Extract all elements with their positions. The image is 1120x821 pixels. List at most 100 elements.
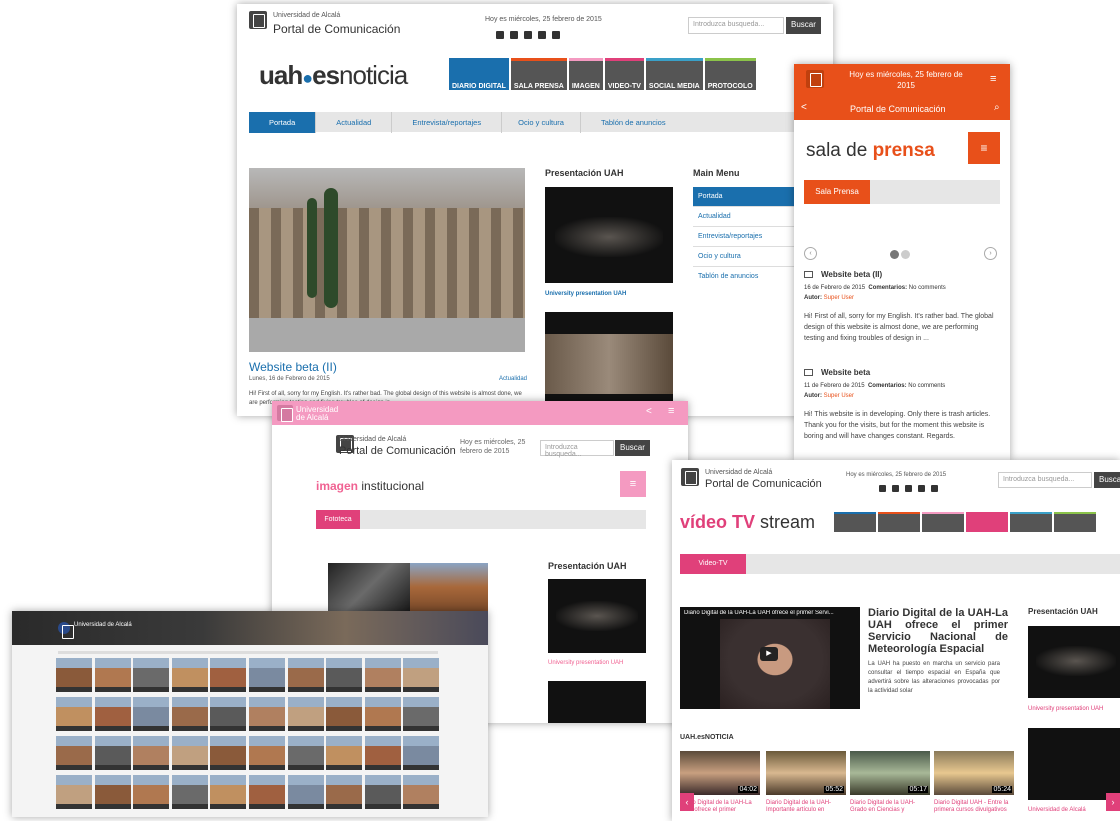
subnav-actualidad[interactable]: Actualidad [316, 112, 393, 133]
gallery-thumb[interactable] [364, 736, 401, 770]
gallery-thumb[interactable] [403, 697, 440, 731]
brand-logo[interactable]: uah●esnoticia [259, 60, 408, 91]
prev-arrow-icon[interactable]: ‹ [804, 247, 817, 260]
gallery-thumb[interactable] [287, 775, 324, 809]
imagen-second-video[interactable] [548, 681, 646, 723]
video-presentation-video[interactable] [1028, 626, 1120, 698]
gallery-thumb[interactable] [56, 736, 92, 770]
gallery-thumb[interactable] [94, 736, 131, 770]
gallery-thumb[interactable] [326, 775, 363, 809]
gallery-thumb[interactable] [403, 775, 440, 809]
presentation-video[interactable] [545, 187, 673, 283]
uah-logo[interactable] [249, 11, 267, 29]
gallery-thumb[interactable] [326, 658, 363, 692]
video-thumb-2-caption[interactable]: Diario Digital de la UAH-Importante artí… [766, 800, 846, 814]
gallery-thumb[interactable] [249, 697, 285, 731]
nav-protocolo[interactable] [1054, 512, 1096, 532]
youtube-icon[interactable] [918, 485, 925, 492]
youtube-icon[interactable] [538, 31, 546, 39]
video-univ-alcala-link[interactable]: Universidad de Alcalá [1028, 807, 1086, 813]
share-icon[interactable]: < [801, 102, 807, 113]
imagen-presentation-video[interactable] [548, 579, 646, 653]
gallery-thumb[interactable] [249, 658, 285, 692]
subnav-portada[interactable]: Portada [249, 112, 317, 133]
uah-crest-icon[interactable] [277, 405, 293, 422]
linkedin-icon[interactable] [552, 31, 560, 39]
imagen-menu-button[interactable]: ≡ [620, 471, 646, 497]
instagram-icon[interactable] [524, 31, 532, 39]
instagram-icon[interactable] [905, 485, 912, 492]
carousel-prev-icon[interactable]: ‹ [680, 793, 694, 811]
nav-video-tv[interactable]: VIDEO-TV [604, 58, 644, 90]
search-icon[interactable]: ⌕ [994, 102, 1000, 113]
gallery-thumb[interactable] [210, 775, 247, 809]
gallery-thumb[interactable] [171, 775, 208, 809]
gallery-thumb[interactable] [133, 697, 170, 731]
subnav-ocio[interactable]: Ocio y cultura [502, 112, 581, 133]
article-category[interactable]: Actualidad [499, 376, 527, 382]
gallery-thumb[interactable] [94, 697, 131, 731]
gallery-thumb[interactable] [56, 775, 92, 809]
imagen-tab[interactable]: Fototeca [316, 510, 360, 529]
carousel-next-icon[interactable]: › [1106, 793, 1120, 811]
post1-title[interactable]: Website beta (II) [821, 270, 882, 279]
gallery-thumb[interactable] [326, 736, 363, 770]
institutional-photo-1[interactable] [328, 563, 410, 611]
video-presentation-link[interactable]: University presentation UAH [1028, 706, 1103, 712]
nav-sala-prensa[interactable]: SALA PRENSA [510, 58, 567, 90]
video-thumb-1[interactable]: 04:02 [680, 751, 760, 795]
gallery-thumb[interactable] [210, 736, 247, 770]
search-button[interactable]: Buscar [786, 17, 821, 34]
search-input[interactable]: Introduzca busqueda... [688, 17, 784, 34]
gallery-thumb[interactable] [287, 658, 324, 692]
gallery-thumb[interactable] [249, 775, 285, 809]
slide-dot-active[interactable] [890, 250, 899, 259]
search-button[interactable]: Buscar [615, 440, 650, 456]
gallery-thumb[interactable] [403, 736, 440, 770]
subnav-tablon[interactable]: Tablón de anuncios [581, 112, 686, 133]
gallery-thumb[interactable] [210, 658, 247, 692]
nav-social-media[interactable]: SOCIAL MEDIA [645, 58, 703, 90]
nav-sala-prensa[interactable] [878, 512, 920, 532]
gallery-thumb[interactable] [133, 658, 170, 692]
search-input[interactable]: Introduzca busqueda... [540, 440, 614, 458]
gallery-thumb[interactable] [210, 697, 247, 731]
nav-imagen[interactable]: IMAGEN [568, 58, 603, 90]
nav-video-tv[interactable] [966, 512, 1008, 532]
gallery-thumb[interactable] [364, 775, 401, 809]
prensa-tab[interactable]: Sala Prensa [804, 180, 870, 204]
gallery-thumb[interactable] [287, 697, 324, 731]
gallery-thumb[interactable] [133, 736, 170, 770]
gallery-thumb[interactable] [171, 697, 208, 731]
featured-headline[interactable]: Diario Digital de la UAH-La UAH ofrece e… [868, 607, 1008, 655]
nav-protocolo[interactable]: PROTOCOLO [704, 58, 756, 90]
gallery-thumb[interactable] [94, 658, 131, 692]
video-thumb-2[interactable]: 05:52 [766, 751, 846, 795]
gallery-thumb[interactable] [287, 736, 324, 770]
presentation-link[interactable]: University presentation UAH [545, 291, 626, 297]
twitter-icon[interactable] [892, 485, 899, 492]
search-button[interactable]: Buscar [1094, 472, 1120, 488]
video-thumb-3[interactable]: 05:17 [850, 751, 930, 795]
video-tab[interactable]: Video-TV [680, 554, 746, 574]
gallery-thumb[interactable] [326, 697, 363, 731]
video-thumb-4-caption[interactable]: Diario Digital UAH - Entre la primera cu… [934, 800, 1014, 814]
twitter-icon[interactable] [510, 31, 518, 39]
gallery-thumb[interactable] [403, 658, 440, 692]
video-second-video[interactable] [1028, 728, 1120, 800]
slide-dot[interactable] [901, 250, 910, 259]
gallery-thumb[interactable] [56, 697, 92, 731]
featured-video-player[interactable]: Diario Digital de la UAH-La UAH ofrece e… [680, 607, 860, 709]
menu-icon[interactable]: ≡ [668, 405, 674, 417]
nav-diario-digital[interactable]: DIARIO DIGITAL [449, 58, 509, 90]
nav-diario-digital[interactable] [834, 512, 876, 532]
gallery-thumb[interactable] [249, 736, 285, 770]
uah-crest-icon[interactable] [806, 70, 824, 88]
facebook-icon[interactable] [496, 31, 504, 39]
article-image[interactable] [249, 168, 525, 352]
nav-imagen[interactable] [922, 512, 964, 532]
uah-crest-icon[interactable] [681, 468, 699, 486]
institutional-photo-2[interactable] [410, 563, 488, 611]
article-title[interactable]: Website beta (II) [249, 360, 337, 374]
play-icon[interactable]: ▶ [760, 647, 778, 661]
